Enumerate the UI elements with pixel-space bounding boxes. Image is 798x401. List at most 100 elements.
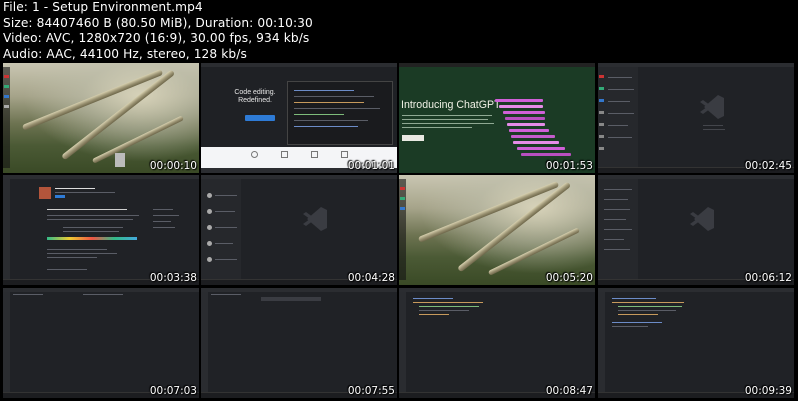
thumbnail-10[interactable]: 00:07:55 (201, 288, 397, 398)
shortcut-hint (703, 129, 725, 130)
code-line (618, 314, 658, 315)
thumbnail-5[interactable]: 00:03:38 (3, 175, 199, 285)
list-text (608, 77, 632, 78)
list-text (604, 209, 630, 210)
list-text (608, 89, 634, 90)
title-bar (201, 288, 397, 292)
code-line (612, 302, 684, 303)
app-icon[interactable] (599, 99, 604, 102)
timestamp: 00:08:47 (545, 385, 593, 397)
app-icon[interactable] (599, 147, 604, 150)
thumbnail-7[interactable]: 00:05:20 (399, 175, 595, 285)
thumbnail-11[interactable]: 00:08:47 (399, 288, 595, 398)
try-chatgpt-button[interactable] (402, 135, 424, 141)
tab-label[interactable] (211, 294, 241, 295)
code-line (612, 298, 656, 299)
timestamp: 00:09:39 (744, 385, 792, 397)
avatar (207, 241, 212, 246)
timestamp: 00:07:55 (347, 385, 395, 397)
code-line (618, 310, 676, 311)
list-text (215, 195, 237, 196)
code-line (618, 306, 682, 307)
code-line (294, 126, 358, 127)
stripe (513, 141, 559, 144)
trash-icon[interactable] (115, 153, 125, 167)
code-line (419, 306, 479, 307)
avatar (207, 257, 212, 262)
code-line (413, 302, 483, 303)
timestamp: 00:04:28 (347, 272, 395, 284)
list-text (604, 199, 628, 200)
readme-line (63, 231, 119, 232)
list-text (604, 189, 632, 190)
avatar (207, 193, 212, 198)
intro-text-line (402, 123, 494, 124)
list-text (604, 239, 624, 240)
timestamp: 00:05:20 (545, 272, 593, 284)
intro-text-line (402, 127, 472, 128)
audio-info-line: Audio: AAC, 44100 Hz, stereo, 128 kb/s (3, 46, 247, 61)
list-text (215, 259, 237, 260)
feature-icon (281, 151, 288, 158)
thumbnail-12[interactable]: 00:09:39 (598, 288, 794, 398)
code-line (294, 102, 364, 103)
chatgpt-headline: Introducing ChatGPT (401, 99, 501, 111)
color-banner (47, 237, 137, 240)
thumbnail-1[interactable]: 00:00:10 (3, 63, 199, 173)
dock-icon[interactable] (400, 207, 405, 210)
list-text (215, 211, 235, 212)
stripe (495, 99, 543, 102)
dock-icon[interactable] (4, 85, 9, 88)
code-line (294, 120, 368, 121)
code-line (294, 90, 354, 91)
sidebar-info (153, 221, 171, 222)
dock-icon[interactable] (4, 75, 9, 78)
title-bar (598, 288, 794, 292)
timestamp: 00:01:53 (545, 160, 593, 172)
stripe (509, 129, 549, 132)
title-bar (3, 288, 199, 292)
thumbnail-9[interactable]: 00:07:03 (3, 288, 199, 398)
thumbnail-4[interactable]: 00:02:45 (598, 63, 794, 173)
readme-line (47, 219, 133, 220)
dock-icon[interactable] (4, 95, 9, 98)
code-line (612, 322, 662, 323)
thumbnail-6[interactable]: 00:04:28 (201, 175, 397, 285)
dock-icon[interactable] (400, 187, 405, 190)
dock-icon[interactable] (400, 197, 405, 200)
sidebar-panel (598, 67, 638, 168)
readme-line (47, 253, 117, 254)
activity-bar (3, 292, 10, 393)
title-text (83, 294, 123, 295)
list-text (608, 125, 628, 126)
download-button[interactable] (245, 115, 275, 121)
app-icon[interactable] (599, 87, 604, 90)
app-icon[interactable] (599, 75, 604, 78)
app-icon[interactable] (599, 123, 604, 126)
stripe (503, 111, 545, 114)
stripe (511, 135, 555, 138)
editor-preview (287, 81, 393, 145)
stripe (499, 105, 543, 108)
browser-tab-bar (399, 63, 595, 67)
list-text (608, 113, 634, 114)
code-line (294, 114, 344, 115)
thumbnail-3[interactable]: Introducing ChatGPT 00:01:53 (399, 63, 595, 173)
readme-line (47, 257, 97, 258)
activity-bar (399, 292, 406, 393)
intro-text-line (402, 115, 492, 116)
readme-line (47, 269, 87, 270)
dock-icon[interactable] (4, 105, 9, 108)
tab-label[interactable] (13, 294, 43, 295)
app-icon[interactable] (599, 135, 604, 138)
app-icon[interactable] (599, 111, 604, 114)
readme-line (47, 215, 139, 216)
extension-title (55, 188, 95, 189)
extension-icon (39, 187, 51, 199)
install-button[interactable] (55, 195, 65, 198)
thumbnail-2[interactable]: Code editing. Redefined. 00:01:01 (201, 63, 397, 173)
thumbnail-8[interactable]: 00:06:12 (598, 175, 794, 285)
command-palette[interactable] (261, 297, 321, 301)
stripe (505, 117, 545, 120)
thumbnail-grid: 00:00:10 Code editing. Redefined. 00:01:… (0, 63, 798, 401)
